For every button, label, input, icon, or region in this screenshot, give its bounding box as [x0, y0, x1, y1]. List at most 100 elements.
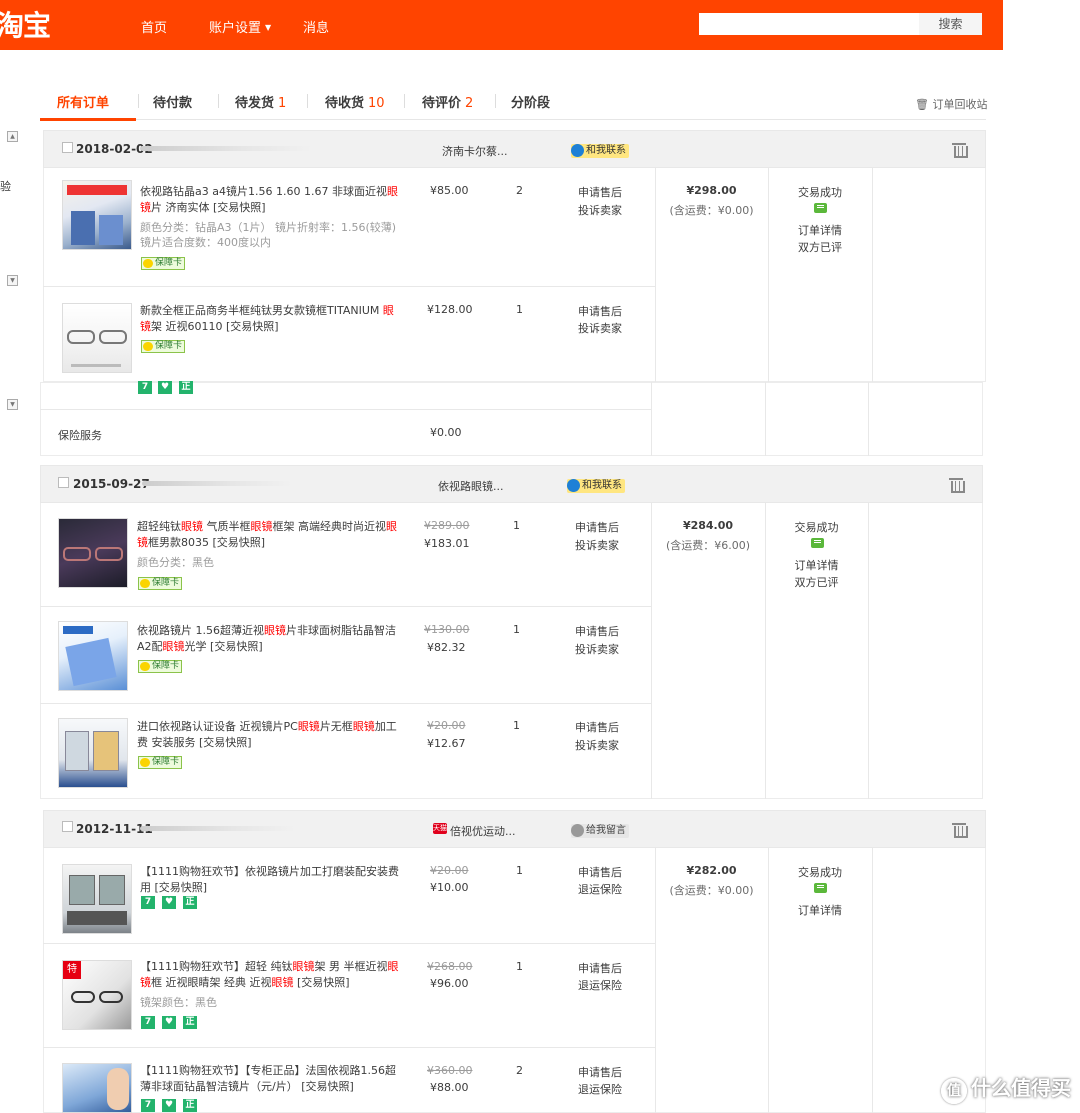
tab-staged[interactable]: 分阶段 — [511, 92, 550, 111]
expand-down-icon[interactable]: ▼ — [7, 399, 18, 410]
delete-order-icon[interactable] — [952, 142, 968, 158]
product-thumbnail[interactable] — [62, 864, 132, 934]
product-title[interactable]: 【1111购物狂欢节】依视路镜片加工打磨装配安装费用 [交易快照] — [140, 864, 402, 896]
quantity: 1 — [516, 960, 523, 973]
complain-seller-link[interactable]: 投诉卖家 — [575, 737, 619, 753]
after-sale-link[interactable]: 申请售后 — [578, 184, 622, 200]
after-sale-link[interactable]: 申请售后 — [578, 864, 622, 880]
shop-name[interactable]: 依视路眼镜... — [438, 478, 504, 494]
order-checkbox[interactable] — [58, 477, 69, 488]
return-shipping-insurance-link[interactable]: 退运保险 — [578, 881, 622, 897]
guarantee-card-badge[interactable]: 保障卡 — [138, 577, 183, 590]
search-button[interactable]: 搜索 — [919, 13, 982, 35]
after-sale-link[interactable]: 申请售后 — [578, 303, 622, 319]
product-thumbnail[interactable] — [62, 180, 132, 250]
consumer-guarantee-icon[interactable]: ♥ — [162, 896, 176, 909]
shop-name[interactable]: 济南卡尔蔡... — [442, 143, 508, 159]
after-sale-link[interactable]: 申请售后 — [575, 623, 619, 639]
product-title[interactable]: 依视路钻晶a3 a4镜片1.56 1.60 1.67 非球面近视眼镜片 济南实体… — [140, 184, 402, 216]
after-sale-link[interactable]: 申请售后 — [578, 960, 622, 976]
authentic-guarantee-icon[interactable]: 正 — [183, 1016, 197, 1029]
complain-seller-link[interactable]: 投诉卖家 — [575, 537, 619, 553]
order-detail-link[interactable]: 订单详情 — [765, 557, 868, 573]
order-recycle-bin[interactable]: 🗑 订单回收站 — [915, 96, 987, 112]
seven-day-return-icon[interactable]: 7 — [141, 896, 155, 909]
product-thumbnail[interactable] — [58, 621, 128, 691]
product-thumbnail[interactable] — [62, 1063, 132, 1113]
contact-seller-button[interactable]: 和我联系 — [571, 144, 629, 158]
authentic-guarantee-icon[interactable]: 正 — [179, 381, 193, 394]
search-input[interactable] — [699, 13, 919, 35]
complain-seller-link[interactable]: 投诉卖家 — [578, 202, 622, 218]
tab-pending-payment[interactable]: 待付款 — [153, 92, 192, 111]
after-sale-link[interactable]: 申请售后 — [575, 719, 619, 735]
shipping-fee: (含运费：¥0.00) — [669, 204, 754, 217]
tab-pending-review[interactable]: 待评价 2 — [422, 92, 473, 111]
authentic-guarantee-icon[interactable]: 正 — [183, 896, 197, 909]
nav-account-settings[interactable]: 账户设置 ▼ — [209, 17, 271, 36]
tab-divider — [495, 94, 496, 108]
after-sale-link[interactable]: 申请售后 — [575, 519, 619, 535]
order-detail-link[interactable]: 订单详情 — [768, 222, 872, 238]
guarantee-card-badge[interactable]: 保障卡 — [141, 257, 186, 270]
after-sale-link[interactable]: 申请售后 — [578, 1064, 622, 1080]
quantity: 1 — [516, 303, 523, 316]
product-title[interactable]: 进口依视路认证设备 近视镜片PC眼镜片无框眼镜加工费 安装服务 [交易快照] — [137, 719, 399, 751]
quantity: 1 — [516, 864, 523, 877]
message-icon[interactable] — [814, 883, 827, 893]
product-thumbnail[interactable]: 特 — [62, 960, 132, 1030]
product-title[interactable]: 新款全框正品商务半框纯钛男女款镜框TITANIUM 眼镜架 近视60110 [交… — [140, 303, 402, 335]
insurance-price: ¥0.00 — [430, 426, 462, 439]
product-title[interactable]: 依视路镜片 1.56超薄近视眼镜片非球面树脂钻晶智洁A2配眼镜光学 [交易快照] — [137, 623, 399, 655]
product-thumbnail[interactable] — [62, 303, 132, 373]
order-checkbox[interactable] — [62, 142, 73, 153]
guarantee-card-badge[interactable]: 保障卡 — [141, 340, 186, 353]
shipping-fee: (含运费：¥0.00) — [669, 884, 754, 897]
review-status: 双方已评 — [794, 576, 839, 589]
product-thumbnail[interactable] — [58, 518, 128, 588]
site-watermark: 值什么值得买 — [941, 1072, 1071, 1104]
contact-seller-button[interactable]: 和我联系 — [567, 479, 625, 493]
consumer-guarantee-icon[interactable]: ♥ — [158, 381, 172, 394]
contact-label: 和我联系 — [582, 480, 622, 491]
complain-seller-link[interactable]: 投诉卖家 — [578, 320, 622, 336]
product-title[interactable]: 超轻纯钛眼镜 气质半框眼镜框架 高端经典时尚近视眼镜框男款8035 [交易快照] — [137, 519, 399, 551]
seven-day-return-icon[interactable]: 7 — [141, 1016, 155, 1029]
delete-order-icon[interactable] — [952, 822, 968, 838]
original-price: ¥268.00 — [427, 960, 473, 973]
order-number-blurred — [140, 146, 312, 151]
order-detail-link[interactable]: 订单详情 — [768, 902, 872, 918]
complain-seller-link[interactable]: 投诉卖家 — [575, 641, 619, 657]
seven-day-return-icon[interactable]: 7 — [138, 381, 152, 394]
leave-message-button[interactable]: 给我留言 — [571, 824, 629, 838]
order-number-blurred — [140, 826, 295, 831]
shop-name[interactable]: 倍视优运动... — [450, 823, 516, 839]
consumer-guarantee-icon[interactable]: ♥ — [162, 1016, 176, 1029]
order-checkbox[interactable] — [62, 821, 73, 832]
authentic-guarantee-icon[interactable]: 正 — [183, 1099, 197, 1112]
return-shipping-insurance-link[interactable]: 退运保险 — [578, 977, 622, 993]
quantity: 1 — [513, 623, 520, 636]
delete-order-icon[interactable] — [949, 477, 965, 493]
seven-day-return-icon[interactable]: 7 — [141, 1099, 155, 1112]
guarantee-card-badge[interactable]: 保障卡 — [138, 660, 183, 673]
tab-pending-shipment[interactable]: 待发货 1 — [235, 92, 286, 111]
tab-pending-receipt[interactable]: 待收货 10 — [325, 92, 385, 111]
active-tab-indicator — [40, 118, 136, 121]
return-shipping-insurance-link[interactable]: 退运保险 — [578, 1081, 622, 1097]
unit-price: ¥85.00 — [430, 184, 469, 197]
taobao-logo[interactable]: 淘宝 — [0, 4, 51, 44]
nav-home[interactable]: 首页 — [141, 17, 167, 36]
guarantee-card-badge[interactable]: 保障卡 — [138, 756, 183, 769]
nav-messages[interactable]: 消息 — [303, 17, 329, 36]
message-icon[interactable] — [811, 538, 824, 548]
message-icon[interactable] — [814, 203, 827, 213]
tab-divider — [307, 94, 308, 108]
product-title[interactable]: 【1111购物狂欢节】【专柜正品】法国依视路1.56超薄非球面钻晶智洁镜片（元/… — [140, 1063, 402, 1095]
collapse-up-icon[interactable]: ▲ — [7, 131, 18, 142]
product-title[interactable]: 【1111购物狂欢节】超轻 纯钛眼镜架 男 半框近视眼镜框 近视眼睛架 经典 近… — [140, 959, 402, 991]
product-thumbnail[interactable] — [58, 718, 128, 788]
tab-all-orders[interactable]: 所有订单 — [57, 92, 109, 111]
consumer-guarantee-icon[interactable]: ♥ — [162, 1099, 176, 1112]
expand-down-icon[interactable]: ▼ — [7, 275, 18, 286]
